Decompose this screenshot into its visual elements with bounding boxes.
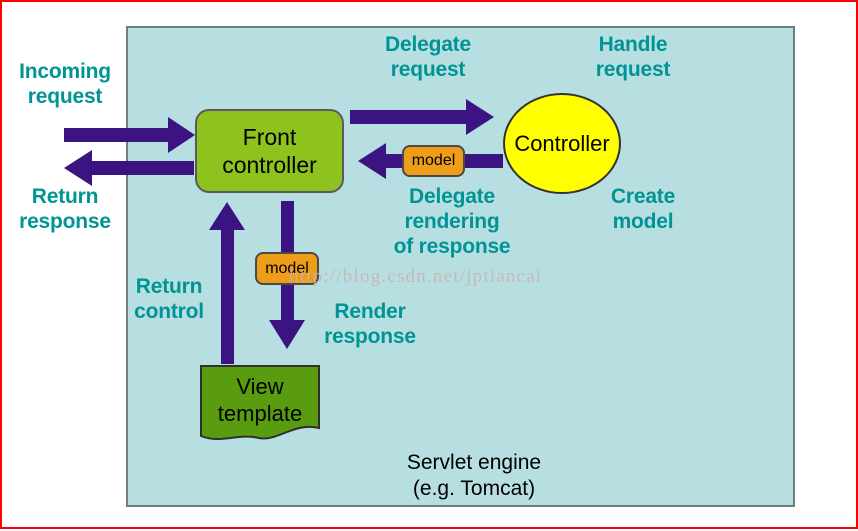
view-template-node[interactable]: View template (199, 364, 321, 446)
controller-node[interactable]: Controller (503, 93, 621, 194)
label-render-response: Render response (324, 300, 416, 348)
watermark-text: http://blog.csdn.net/jptiancai (289, 266, 543, 287)
front-controller-node[interactable]: Front controller (195, 109, 344, 193)
model-box-controller-to-front[interactable]: model (402, 145, 465, 177)
view-template-label: View template (217, 374, 303, 426)
servlet-engine-caption: Servlet engine (e.g. Tomcat) (406, 451, 542, 500)
label-return-control: Return control (134, 275, 204, 323)
label-handle-request: Handle request (595, 33, 671, 81)
diagram-canvas: Front controller Controller View templat… (0, 0, 858, 529)
label-delegate-request: Delegate request (385, 33, 471, 81)
label-return-response: Return response (19, 185, 111, 233)
label-incoming-request: Incoming request (19, 60, 111, 108)
label-delegate-rendering: Delegate rendering of response (393, 185, 511, 258)
label-create-model: Create model (610, 185, 676, 233)
